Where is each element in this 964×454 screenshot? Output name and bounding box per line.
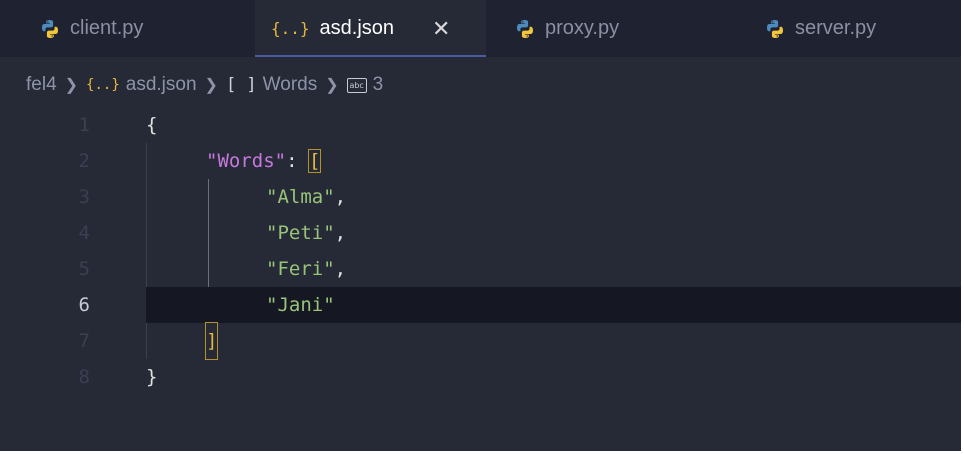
code-content: "Jani" [266,287,335,323]
tab-asd-json[interactable]: {..} asd.json ✕ [255,0,486,57]
breadcrumb-array[interactable]: Words [263,74,318,96]
breadcrumb-file[interactable]: asd.json [126,74,197,96]
json-string: "Jani" [266,294,335,316]
colon: : [286,150,309,172]
chevron-right-icon: ❯ [325,77,339,94]
line-number: 2 [78,150,90,172]
python-icon [42,19,58,38]
python-icon [517,19,533,38]
code-line[interactable]: 2 "Words": [ [0,143,961,179]
code-line[interactable]: 5 "Feri", [0,251,961,287]
code-content: "Alma", [266,179,346,215]
line-number: 6 [78,294,90,316]
line-number: 4 [78,222,90,244]
tab-server-py[interactable]: server.py [765,0,876,57]
json-string: "Alma" [266,186,335,208]
breadcrumb-folder[interactable]: fel4 [26,74,57,96]
python-icon [767,19,783,38]
close-brace: } [146,366,158,388]
tab-label: client.py [70,17,144,39]
close-bracket: ] [204,322,219,360]
open-bracket: [ [307,149,322,173]
code-line[interactable]: 1 { [0,107,961,143]
code-line[interactable]: 4 "Peti", [0,215,961,251]
breadcrumb: fel4 ❯ {..} asd.json ❯ [ ] Words ❯ abc 3 [26,70,383,100]
line-number: 8 [78,366,90,388]
code-line[interactable]: 8 } [0,359,961,395]
tab-bar: client.py {..} asd.json ✕ proxy.py serve… [0,0,961,57]
tab-label: server.py [795,17,877,39]
code-content: "Feri", [266,251,346,287]
code-editor[interactable]: 1 { 2 "Words": [ 3 "Alma", 4 "Peti", 5 "… [0,107,961,437]
code-content: "Words": [ [206,143,322,179]
json-icon: {..} [86,77,120,93]
comma: , [334,258,347,280]
editor-window: client.py {..} asd.json ✕ proxy.py serve… [0,0,964,454]
string-abc-icon: abc [346,77,367,93]
code-line[interactable]: 7 ] [0,322,961,360]
line-number: 5 [78,258,90,280]
breadcrumb-item[interactable]: 3 [373,74,384,96]
line-number: 3 [78,186,90,208]
json-string: "Peti" [266,222,335,244]
close-icon[interactable]: ✕ [432,16,450,42]
code-line-current[interactable]: 6 "Jani" [0,287,961,323]
comma: , [334,222,347,244]
code-line[interactable]: 3 "Alma", [0,179,961,215]
chevron-right-icon: ❯ [204,77,218,94]
tab-proxy-py[interactable]: proxy.py [515,0,619,57]
code-content: "Peti", [266,215,346,251]
array-icon: [ ] [225,75,257,95]
chevron-right-icon: ❯ [64,77,79,94]
tab-label: proxy.py [545,17,620,39]
open-brace: { [146,114,158,136]
json-key: "Words" [206,150,287,172]
comma: , [334,186,347,208]
line-number: 1 [78,114,90,136]
json-icon: {..} [271,19,310,38]
json-string: "Feri" [266,258,335,280]
tab-client-py[interactable]: client.py [40,0,143,57]
line-number: 7 [78,330,90,352]
tab-label: asd.json [319,17,395,39]
